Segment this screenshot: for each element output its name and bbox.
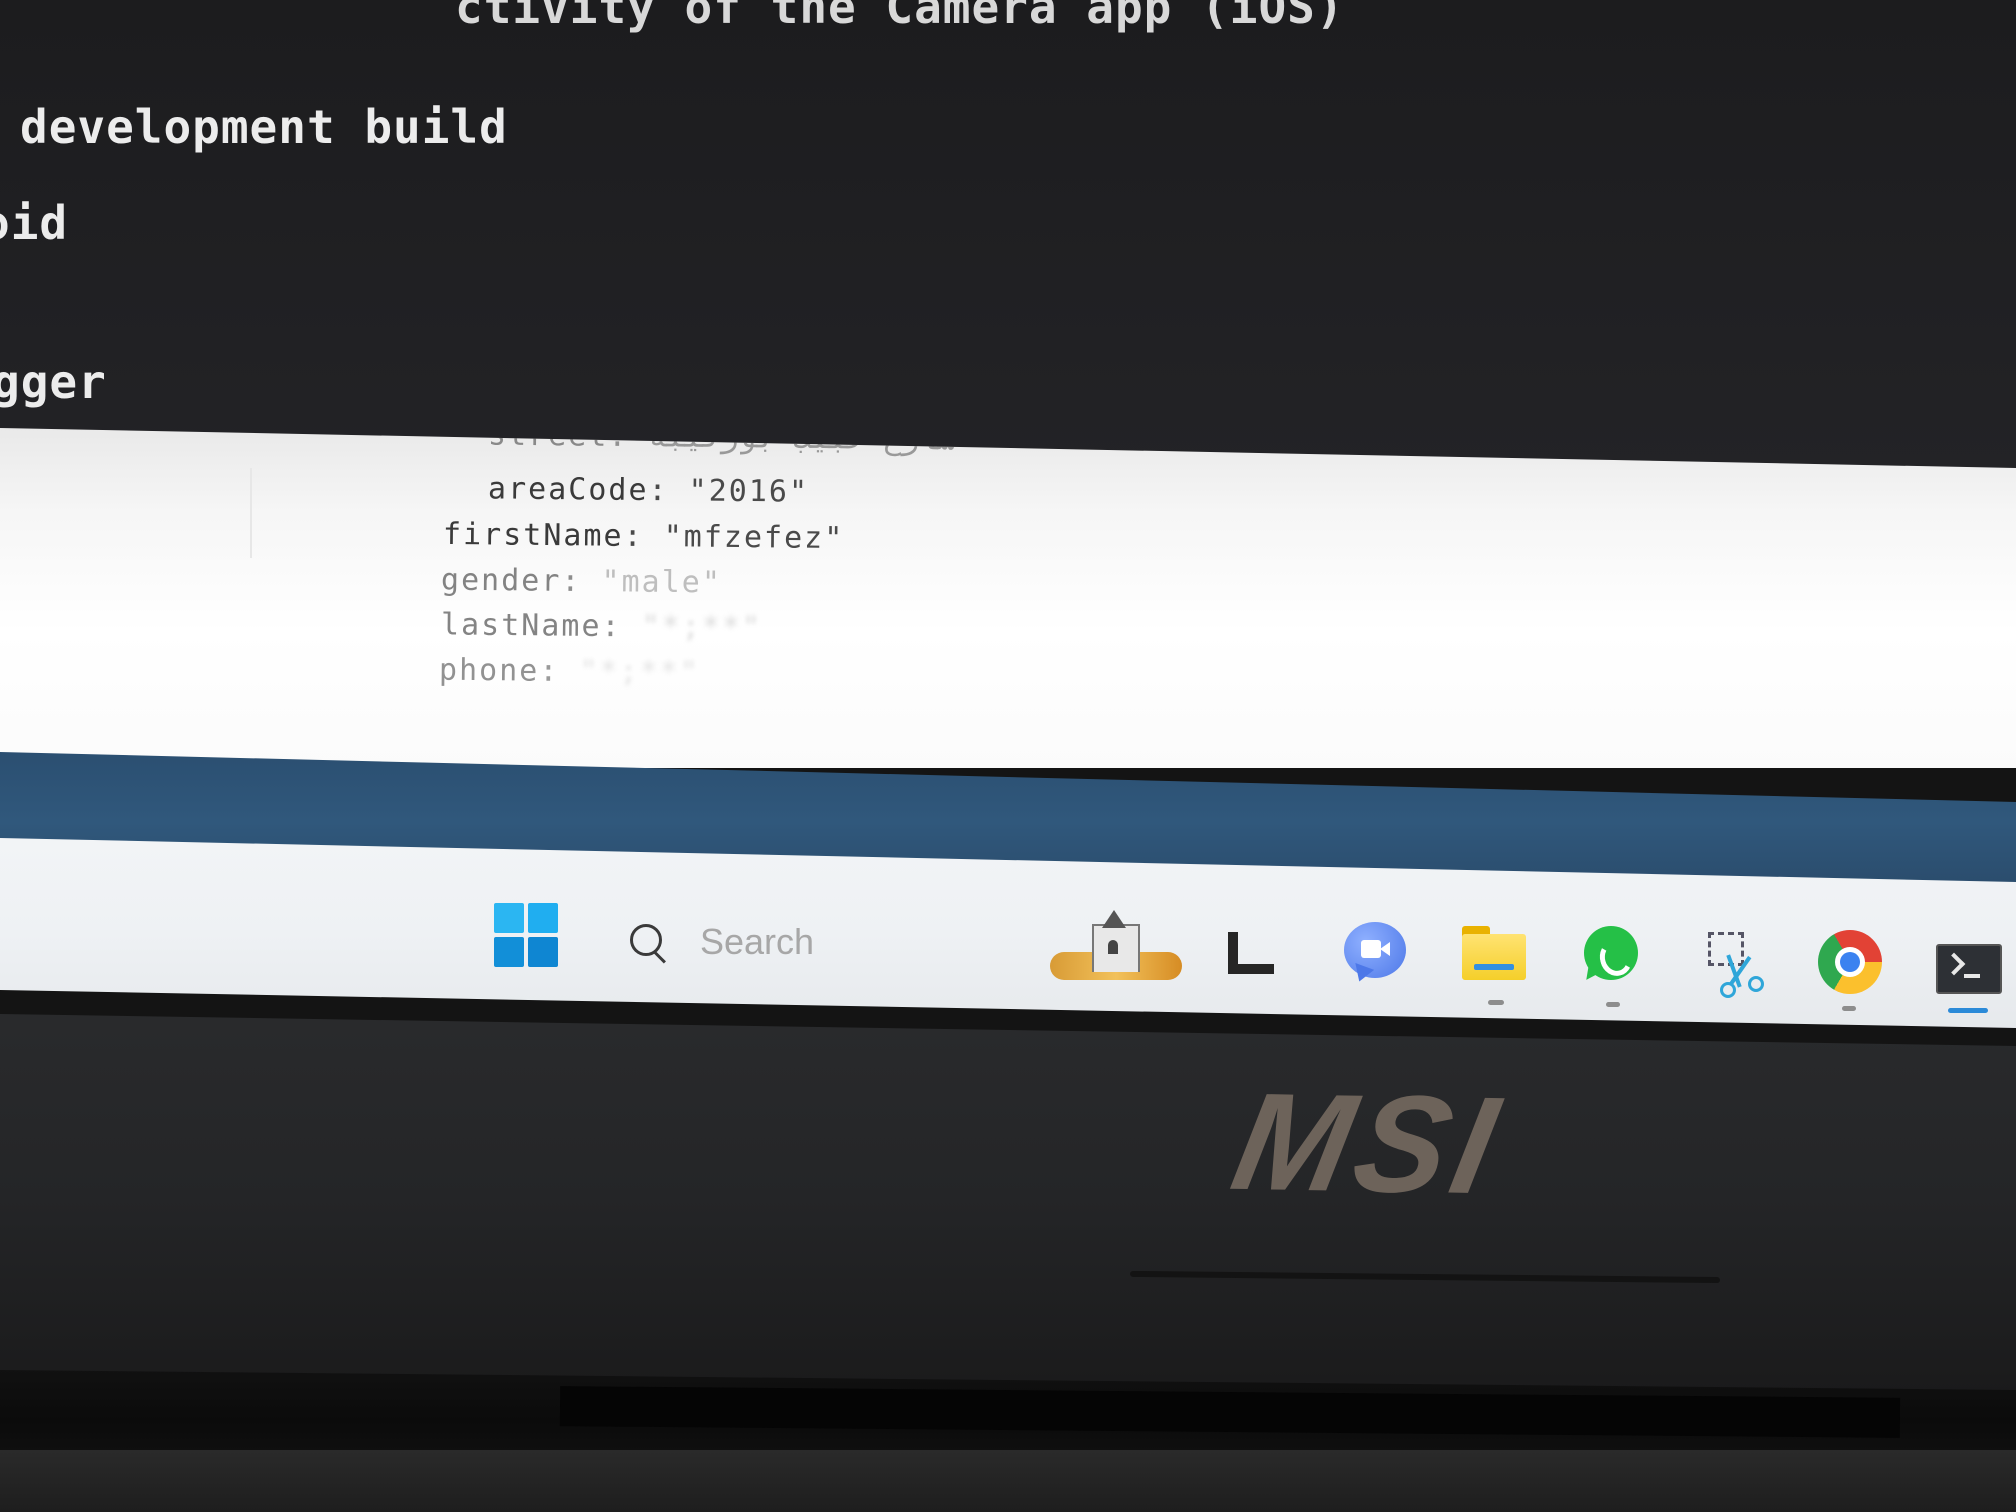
field-separator: : xyxy=(648,473,689,509)
indent-guide xyxy=(250,468,252,558)
terminal-icon[interactable] xyxy=(1936,944,2002,994)
whatsapp-icon[interactable] xyxy=(1581,926,1642,985)
l-app-icon[interactable] xyxy=(1226,932,1276,976)
field-separator: : xyxy=(623,518,664,555)
snipping-tool-icon[interactable] xyxy=(1704,932,1766,998)
field-value: "*;**" xyxy=(641,609,763,646)
field-separator: : xyxy=(561,563,602,600)
field-key: areaCode xyxy=(487,471,649,508)
terminal-line: gger xyxy=(0,355,107,409)
field-area-code: areaCode: "2016" xyxy=(488,471,809,509)
windows-start-icon[interactable] xyxy=(494,903,558,967)
chrome-icon[interactable] xyxy=(1818,930,1882,994)
terminal-line: development build xyxy=(20,100,508,154)
search-icon xyxy=(628,922,668,964)
field-last-name: lastName: "*;**" xyxy=(441,607,762,645)
running-indicator xyxy=(1842,1006,1856,1011)
field-value: "mfzefez" xyxy=(663,519,845,557)
weather-widget-icon[interactable] xyxy=(1050,910,1186,984)
running-indicator xyxy=(1606,1002,1620,1007)
search-placeholder: Search xyxy=(700,921,815,962)
field-separator: : xyxy=(601,609,642,645)
brand-logo: MSI xyxy=(1221,1064,1515,1224)
file-explorer-icon[interactable] xyxy=(1462,926,1528,982)
field-separator: : xyxy=(539,653,580,690)
field-key: phone xyxy=(438,652,540,689)
keyboard-edge xyxy=(0,1450,2016,1512)
running-indicator xyxy=(1488,1000,1504,1005)
field-phone: phone: "*;**" xyxy=(439,653,700,691)
field-value: "*;**" xyxy=(579,654,700,691)
terminal-window[interactable]: ctivity of the Camera app (iOS) developm… xyxy=(0,0,2016,470)
field-value: "2016" xyxy=(688,473,810,510)
field-key: firstName xyxy=(442,516,624,554)
field-value: "male" xyxy=(601,564,723,601)
active-indicator xyxy=(1948,1008,1988,1013)
video-meeting-icon[interactable] xyxy=(1344,922,1408,985)
terminal-line: oid xyxy=(0,196,69,250)
field-key: lastName xyxy=(440,607,602,644)
field-first-name: firstName: "mfzefez" xyxy=(443,517,845,556)
taskbar-search[interactable]: Search xyxy=(628,912,814,972)
console-object-view[interactable]: street: شارع حبيب بورقيبة areaCode: "201… xyxy=(0,428,2016,768)
field-key: gender xyxy=(440,562,562,599)
terminal-line: ctivity of the Camera app (iOS) xyxy=(455,0,1345,34)
field-gender: gender: "male" xyxy=(441,563,722,601)
